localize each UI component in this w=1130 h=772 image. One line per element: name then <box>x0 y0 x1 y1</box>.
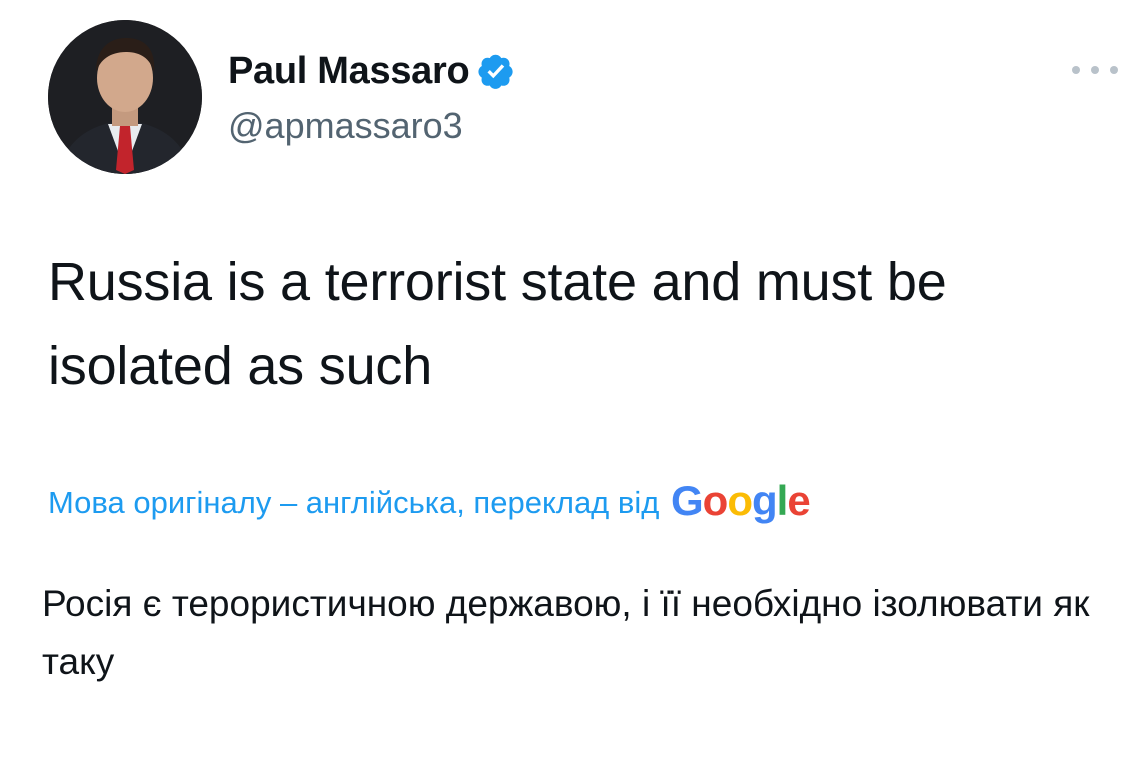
more-dot <box>1110 66 1118 74</box>
author-display-name[interactable]: Paul Massaro <box>228 47 470 95</box>
translation-link[interactable]: Мова оригіналу – англійська, переклад ві… <box>48 478 659 528</box>
translation-attribution: Мова оригіналу – англійська, переклад ві… <box>48 478 823 528</box>
tweet-card: Paul Massaro @apmassaro3 Russia is a ter… <box>0 0 1130 772</box>
google-logo: Google <box>671 478 823 528</box>
author-name-row: Paul Massaro <box>228 47 515 95</box>
more-dot <box>1072 66 1080 74</box>
svg-text:Google: Google <box>671 478 810 524</box>
more-dot <box>1091 66 1099 74</box>
verified-badge-icon <box>477 52 515 90</box>
translated-tweet-text: Росія є терористичною державою, і її нео… <box>42 583 1090 682</box>
avatar[interactable] <box>48 20 202 174</box>
avatar-image <box>48 20 202 174</box>
more-horizontal-icon[interactable] <box>1072 58 1118 82</box>
tweet-text: Russia is a terrorist state and must be … <box>48 252 947 396</box>
author-handle[interactable]: @apmassaro3 <box>228 103 463 149</box>
